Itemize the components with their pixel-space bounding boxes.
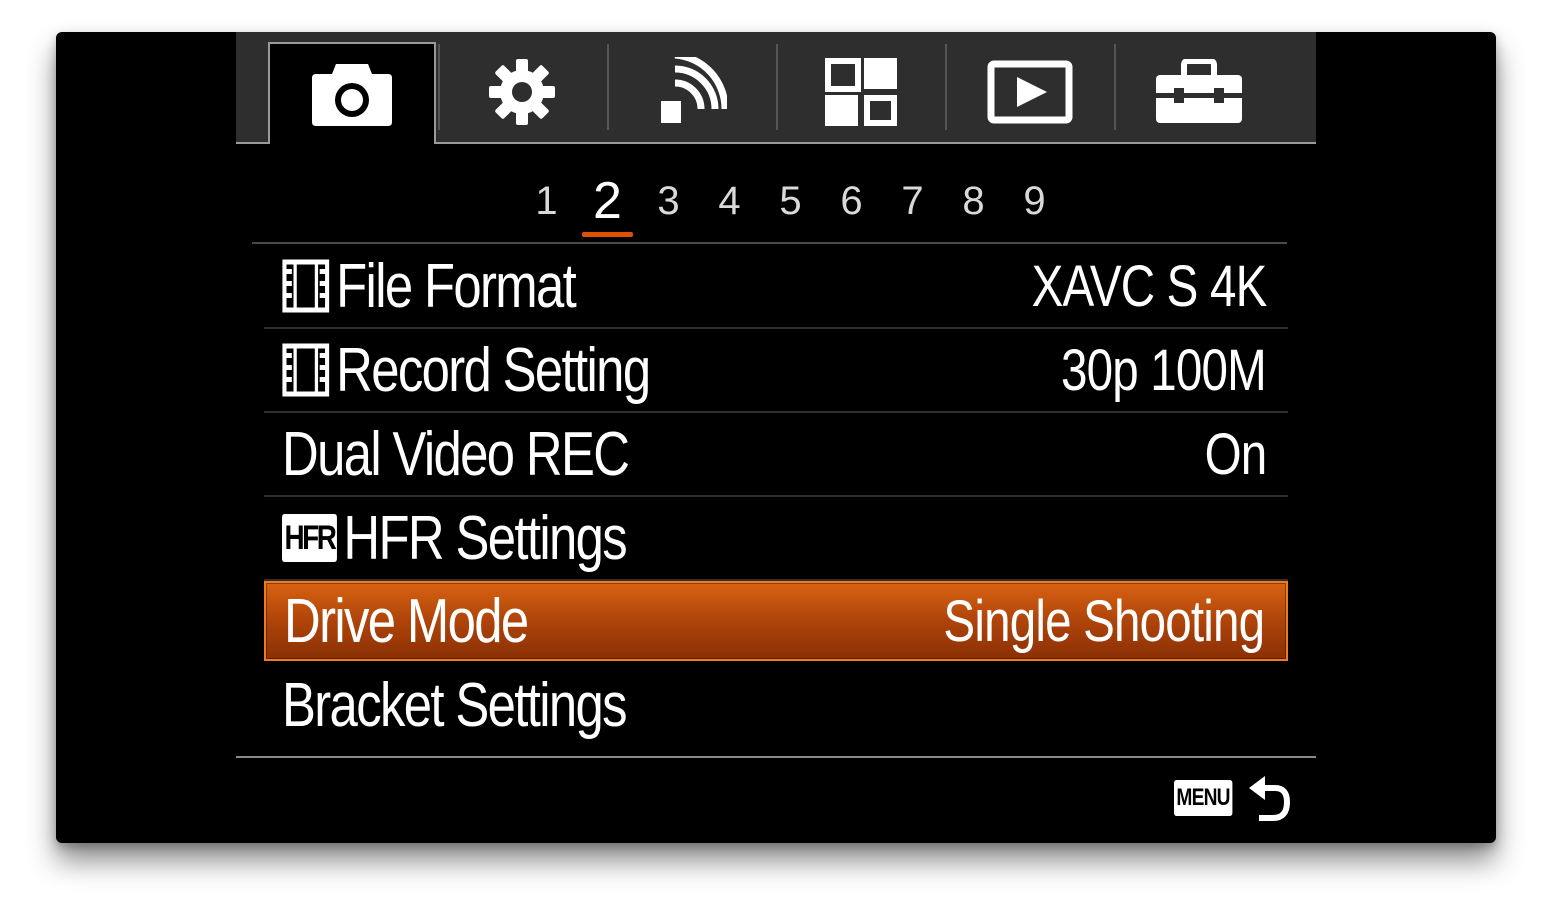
- menu-item-label-wrap: Bracket Settings: [282, 670, 628, 741]
- camera-menu-screen: 1 2 3 4 5 6 7 8 9 File Format XAVC S 4K: [56, 32, 1496, 843]
- menu-item-label: HFR Settings: [343, 503, 627, 573]
- page-number[interactable]: 1: [516, 175, 577, 227]
- menu-item-label-wrap: HFR HFR Settings: [282, 503, 628, 574]
- page-number[interactable]: 5: [760, 175, 821, 227]
- menu-item-record-setting[interactable]: Record Setting 30p 100M: [264, 329, 1288, 413]
- page-number-active[interactable]: 2: [577, 175, 638, 237]
- menu-item-label: Dual Video REC: [282, 419, 630, 489]
- hfr-icon: HFR: [282, 514, 337, 562]
- tab-application[interactable]: [777, 42, 945, 142]
- menu-item-label-wrap: Dual Video REC: [282, 419, 630, 490]
- application-icon: [825, 58, 897, 126]
- menu-button-badge: MENU: [1174, 780, 1233, 816]
- page-number-indicator: 1 2 3 4 5 6 7 8 9: [516, 167, 1065, 237]
- menu-item-value: 30p 100M: [1061, 337, 1267, 403]
- tab-playback[interactable]: [946, 42, 1114, 142]
- menu-item-drive-mode[interactable]: Drive Mode Single Shooting: [264, 581, 1288, 661]
- toolbox-icon: [1156, 59, 1242, 123]
- page-number[interactable]: 7: [882, 175, 943, 227]
- network-icon: [661, 57, 727, 123]
- page-number[interactable]: 8: [943, 175, 1004, 227]
- menu-item-label-wrap: Record Setting: [282, 335, 651, 406]
- menu-item-hfr-settings[interactable]: HFR HFR Settings: [264, 497, 1288, 581]
- divider: [236, 756, 1316, 758]
- page-number[interactable]: 6: [821, 175, 882, 227]
- tab-setup[interactable]: [1115, 42, 1283, 142]
- menu-list: File Format XAVC S 4K Record Setting 30p…: [264, 245, 1288, 747]
- tab-network[interactable]: [608, 42, 776, 142]
- menu-item-value: On: [1204, 421, 1267, 487]
- footer-back-hint[interactable]: MENU: [1174, 772, 1293, 824]
- menu-item-label-wrap: Drive Mode: [284, 586, 529, 657]
- menu-item-label-wrap: File Format: [282, 251, 577, 322]
- playback-icon: [987, 60, 1073, 124]
- page-number[interactable]: 9: [1004, 175, 1065, 227]
- menu-item-label: Record Setting: [336, 335, 651, 405]
- menu-item-value: XAVC S 4K: [1031, 253, 1267, 319]
- menu-item-label: Drive Mode: [284, 586, 529, 656]
- menu-item-label: Bracket Settings: [282, 670, 628, 740]
- page-number[interactable]: 4: [699, 175, 760, 227]
- movie-icon: [282, 343, 330, 397]
- tab-camera[interactable]: [268, 42, 436, 144]
- page-number[interactable]: 3: [638, 175, 699, 227]
- tab-bar: [236, 32, 1316, 144]
- menu-item-file-format[interactable]: File Format XAVC S 4K: [264, 245, 1288, 329]
- menu-item-label: File Format: [336, 251, 577, 321]
- menu-item-dual-video-rec[interactable]: Dual Video REC On: [264, 413, 1288, 497]
- gear-icon: [489, 59, 555, 125]
- movie-icon: [282, 259, 330, 313]
- divider: [252, 242, 1287, 244]
- back-arrow-icon: [1248, 776, 1290, 821]
- camera-icon: [312, 64, 392, 126]
- menu-item-bracket-settings[interactable]: Bracket Settings: [264, 663, 1288, 747]
- menu-item-value: Single Shooting: [943, 588, 1265, 654]
- tab-settings[interactable]: [438, 42, 606, 142]
